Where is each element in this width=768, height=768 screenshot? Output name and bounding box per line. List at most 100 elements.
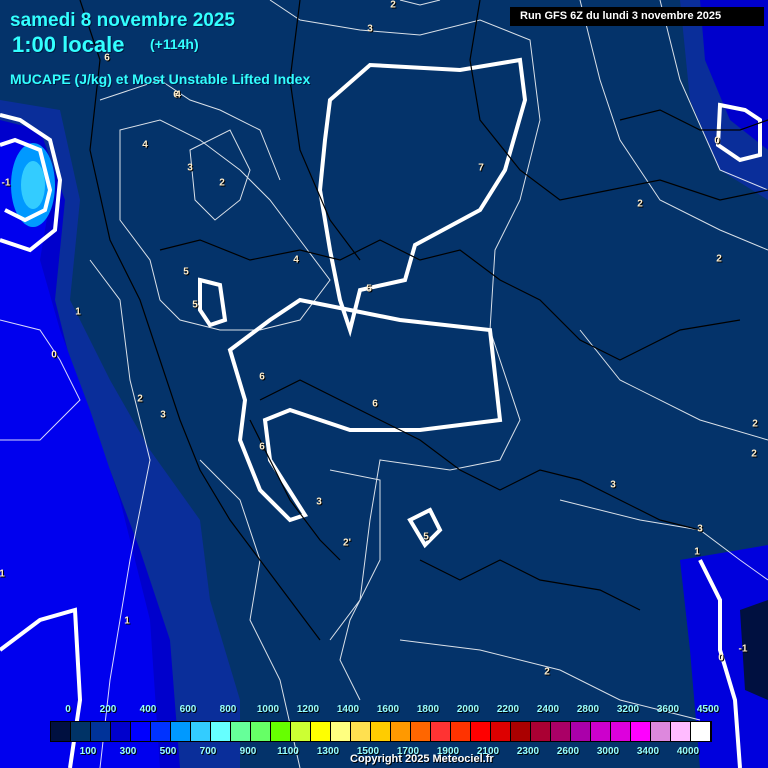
legend-swatch xyxy=(91,722,111,741)
legend-label: 1000 xyxy=(256,704,280,715)
contour-label: 3 xyxy=(160,409,166,421)
legend-swatch xyxy=(631,722,651,741)
legend-swatch xyxy=(311,722,331,741)
legend-swatch xyxy=(151,722,171,741)
legend-label: 3200 xyxy=(616,704,640,715)
contour-label: 6 xyxy=(259,371,265,383)
contour-label: 1 xyxy=(0,568,5,580)
legend-label: 3400 xyxy=(636,746,660,757)
contour-label: 0 xyxy=(714,135,720,147)
legend-label: 3600 xyxy=(656,704,680,715)
forecast-date: samedi 8 novembre 2025 xyxy=(10,10,235,31)
legend-label: 4000 xyxy=(676,746,700,757)
contour-label: 5 xyxy=(423,531,429,543)
contour-label: 4 xyxy=(293,254,299,266)
mucape-map xyxy=(0,0,768,768)
legend-swatch xyxy=(391,722,411,741)
contour-label: 3 xyxy=(316,496,322,508)
legend-label: 100 xyxy=(79,746,97,757)
legend-swatch xyxy=(191,722,211,741)
legend-label: 2200 xyxy=(496,704,520,715)
legend-swatch xyxy=(591,722,611,741)
legend-swatch xyxy=(71,722,91,741)
legend-swatch xyxy=(531,722,551,741)
legend-swatch xyxy=(551,722,571,741)
legend-label: 200 xyxy=(99,704,117,715)
legend-swatch xyxy=(211,722,231,741)
legend-label: 3000 xyxy=(596,746,620,757)
legend-swatch xyxy=(271,722,291,741)
legend-label: 700 xyxy=(199,746,217,757)
legend-label: 600 xyxy=(179,704,197,715)
legend-swatch xyxy=(651,722,671,741)
contour-label: 7 xyxy=(478,162,484,174)
legend-label: 2400 xyxy=(536,704,560,715)
legend-swatch xyxy=(291,722,311,741)
legend-label: 4500 xyxy=(696,704,720,715)
contour-label: 2 xyxy=(716,253,722,265)
contour-label: -1 xyxy=(1,177,11,189)
parameter-title: MUCAPE (J/kg) et Most Unstable Lifted In… xyxy=(10,71,311,87)
legend-label: 400 xyxy=(139,704,157,715)
contour-label: 1 xyxy=(694,546,700,558)
legend-label: 900 xyxy=(239,746,257,757)
contour-label: 2 xyxy=(544,666,550,678)
legend-label: 2800 xyxy=(576,704,600,715)
contour-label: 1 xyxy=(75,306,81,318)
legend-swatch xyxy=(611,722,631,741)
forecast-step: (+114h) xyxy=(150,36,199,52)
contour-label: 6 xyxy=(259,441,265,453)
legend-swatch xyxy=(411,722,431,741)
legend-swatch xyxy=(131,722,151,741)
contour-label: 2 xyxy=(637,198,643,210)
legend-swatch xyxy=(111,722,131,741)
legend-swatch xyxy=(51,722,71,741)
legend-swatch xyxy=(251,722,271,741)
legend-label: 1800 xyxy=(416,704,440,715)
legend-swatch xyxy=(511,722,531,741)
legend-label: 1600 xyxy=(376,704,400,715)
legend-label: 1300 xyxy=(316,746,340,757)
model-run-banner: Run GFS 6Z du lundi 3 novembre 2025 xyxy=(510,7,764,26)
legend-swatch xyxy=(691,722,711,741)
legend-swatch xyxy=(351,722,371,741)
contour-label: 2 xyxy=(390,0,396,11)
contour-label: 3 xyxy=(697,523,703,535)
legend-label: 500 xyxy=(159,746,177,757)
contour-label: 4 xyxy=(142,139,148,151)
legend-label: 800 xyxy=(219,704,237,715)
legend-swatch xyxy=(331,722,351,741)
legend-swatch xyxy=(231,722,251,741)
legend-swatch xyxy=(371,722,391,741)
contour-label: 5 xyxy=(183,266,189,278)
legend-label: 1200 xyxy=(296,704,320,715)
legend-swatch xyxy=(451,722,471,741)
contour-label: 0 xyxy=(718,652,724,664)
contour-label: 3 xyxy=(610,479,616,491)
contour-label: 1 xyxy=(124,615,130,627)
legend-swatch xyxy=(491,722,511,741)
legend-label: 1400 xyxy=(336,704,360,715)
contour-label: 2 xyxy=(219,177,225,189)
legend-swatch xyxy=(571,722,591,741)
legend-swatch xyxy=(671,722,691,741)
legend-swatch xyxy=(431,722,451,741)
copyright: Copyright 2025 Meteociel.fr xyxy=(350,753,494,765)
forecast-time: 1:00 locale xyxy=(12,32,125,57)
contour-label: 0 xyxy=(51,349,57,361)
contour-label: 4 xyxy=(175,89,181,101)
contour-label: 3 xyxy=(367,23,373,35)
contour-label: -1 xyxy=(738,643,748,655)
contour-label: 2 xyxy=(752,418,758,430)
contour-label: 5 xyxy=(366,283,372,295)
legend-label: 300 xyxy=(119,746,137,757)
legend-label: 2000 xyxy=(456,704,480,715)
contour-label: 2 xyxy=(751,448,757,460)
contour-label: 2 xyxy=(137,393,143,405)
legend-swatch xyxy=(171,722,191,741)
contour-label: 3 xyxy=(187,162,193,174)
color-legend xyxy=(50,721,712,742)
legend-swatch xyxy=(471,722,491,741)
contour-label: 2' xyxy=(343,537,351,549)
contour-label: 6 xyxy=(372,398,378,410)
